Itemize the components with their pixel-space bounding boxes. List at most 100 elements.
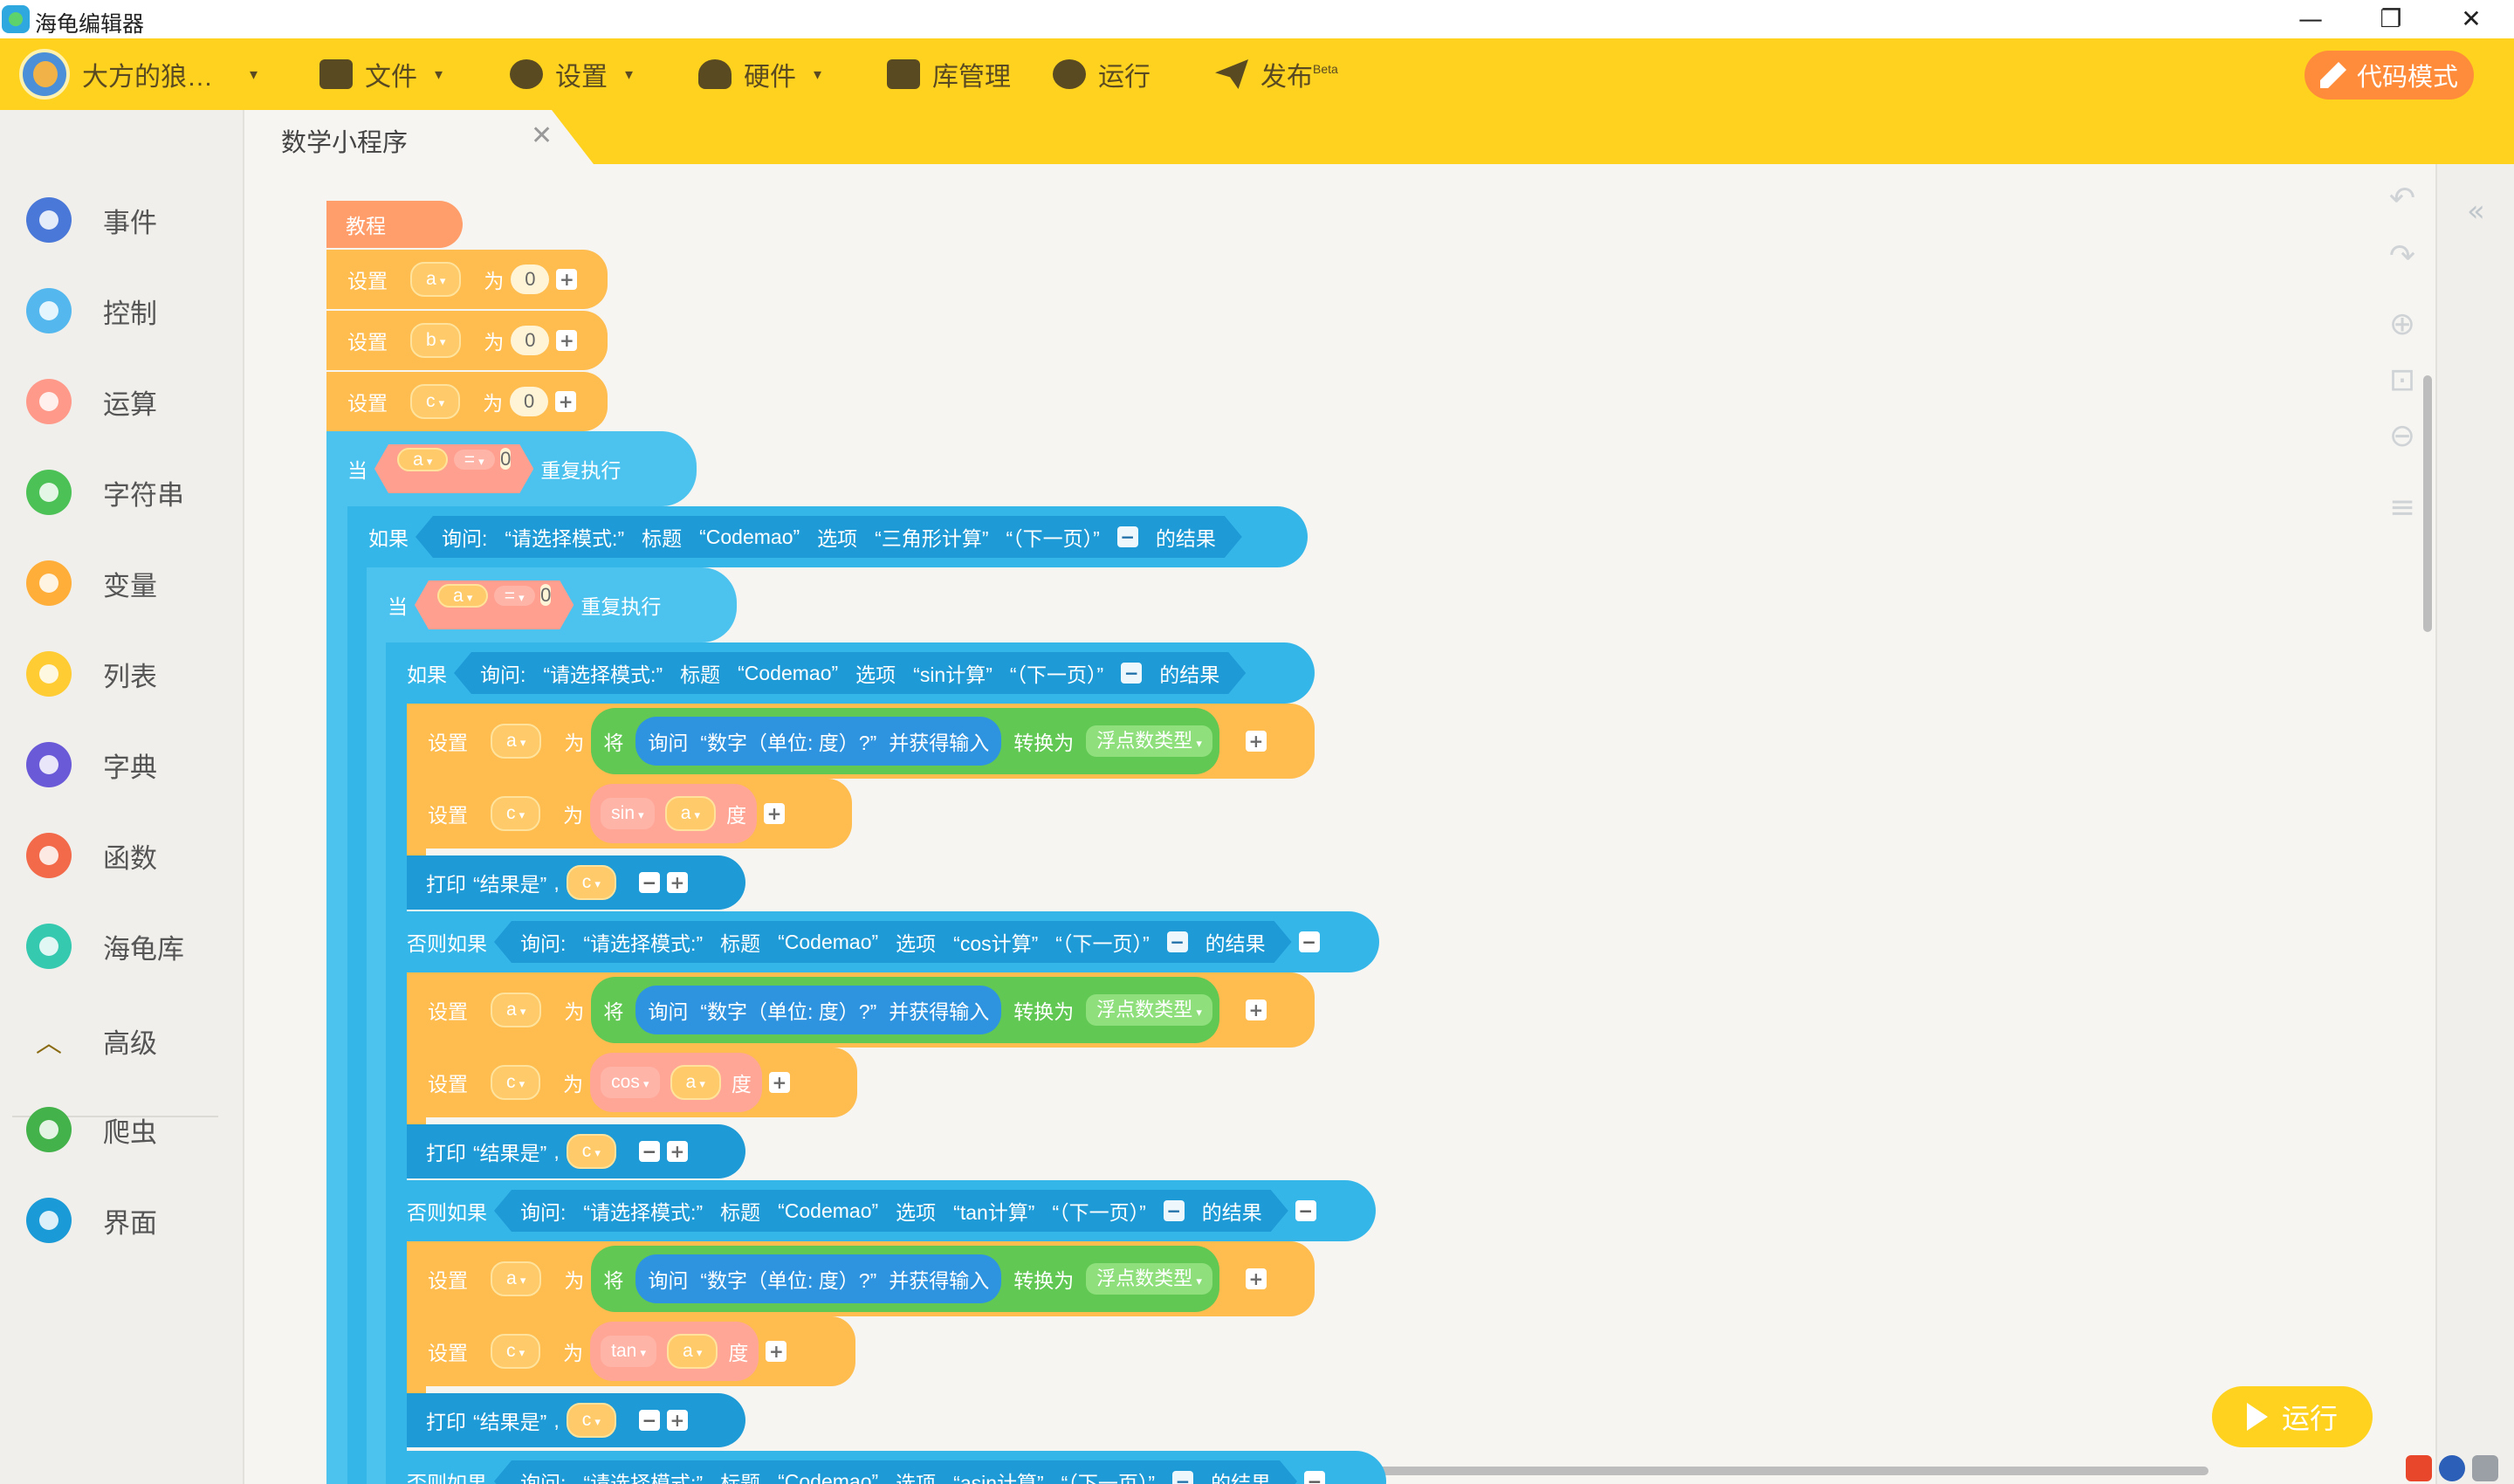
file-menu[interactable]: 文件 ▾: [319, 38, 443, 110]
elif-block-tan[interactable]: 否则如果 询问: “请选择模式:” 标题 “Codemao” 选项 “tan计算…: [386, 1180, 1376, 1241]
category-crawler[interactable]: 爬虫: [26, 1102, 236, 1158]
compare-block[interactable]: a = 0: [374, 444, 533, 493]
category-operators[interactable]: 运算: [26, 374, 236, 429]
tab-close-icon[interactable]: ✕: [531, 120, 553, 151]
add-icon[interactable]: +: [1245, 731, 1267, 752]
undo-icon[interactable]: ↶: [2385, 182, 2420, 216]
add-icon[interactable]: +: [666, 1141, 688, 1162]
var-dropdown[interactable]: c: [566, 865, 616, 900]
var-dropdown[interactable]: a: [491, 1261, 542, 1296]
add-icon[interactable]: +: [766, 1341, 787, 1362]
floating-run-button[interactable]: 运行: [2212, 1386, 2373, 1447]
while-block-outer[interactable]: 当 a = 0 重复执行: [326, 431, 697, 506]
category-ui[interactable]: 界面: [26, 1192, 236, 1248]
minimize-button[interactable]: —: [2271, 0, 2350, 38]
set-b-block[interactable]: 设置 b 为 0 +: [326, 311, 608, 370]
var-dropdown[interactable]: a: [410, 262, 462, 297]
ask-block[interactable]: 询问: “请选择模式:” 标题 “Codemao” 选项 “asin计算” “（…: [494, 1460, 1297, 1484]
compare-block[interactable]: a = 0: [415, 581, 574, 629]
horizontal-scrollbar[interactable]: [1309, 1467, 2208, 1475]
set-a-input-block-tan[interactable]: 设置 a 为 将 询问 “数字（单位: 度）?” 并获得输入 转换为 浮点数类型…: [407, 1241, 1315, 1316]
var-dropdown[interactable]: a: [667, 1334, 718, 1369]
ask-block[interactable]: 询问: “请选择模式:” 标题 “Codemao” 选项 “cos计算” “（下…: [494, 921, 1292, 963]
print-block-tan[interactable]: 打印 “结果是” , c − +: [407, 1393, 745, 1447]
add-icon[interactable]: +: [555, 391, 577, 412]
add-icon[interactable]: +: [764, 803, 786, 824]
add-icon[interactable]: +: [556, 269, 578, 290]
set-c-cos-block[interactable]: 设置 c 为 cos a 度 +: [407, 1048, 857, 1117]
operator-dropdown[interactable]: =: [454, 450, 495, 470]
category-advanced-toggle[interactable]: ︿ 高级: [26, 1013, 236, 1068]
var-dropdown[interactable]: a: [491, 724, 542, 759]
redo-icon[interactable]: ↷: [2385, 239, 2420, 274]
set-a-block[interactable]: 设置 a 为 0 +: [326, 250, 608, 309]
number-input[interactable]: 0: [500, 448, 511, 470]
if-block-outer[interactable]: 如果 询问: “请选择模式:” 标题 “Codemao” 选项 “三角形计算” …: [347, 506, 1308, 567]
set-a-input-block-sin[interactable]: 设置 a 为 将 询问 “数字（单位: 度）?” 并获得输入 转换为 浮点数类型…: [407, 704, 1315, 779]
elif-block-asin[interactable]: 否则如果 询问: “请选择模式:” 标题 “Codemao” 选项 “asin计…: [386, 1451, 1386, 1484]
func-dropdown[interactable]: cos: [601, 1067, 660, 1098]
print-block-cos[interactable]: 打印 “结果是” , c − +: [407, 1124, 745, 1178]
var-dropdown[interactable]: c: [491, 1065, 541, 1100]
math-func-block[interactable]: cos a 度: [590, 1053, 762, 1112]
collapse-panel-icon[interactable]: «: [2467, 194, 2485, 229]
hardware-menu[interactable]: 硬件 ▾: [698, 38, 821, 110]
var-dropdown[interactable]: a: [397, 448, 448, 471]
remove-icon[interactable]: −: [1167, 931, 1188, 952]
type-dropdown[interactable]: 浮点数类型: [1086, 994, 1212, 1026]
var-dropdown[interactable]: a: [664, 796, 717, 831]
remove-icon[interactable]: −: [638, 1410, 660, 1431]
math-func-block[interactable]: tan a 度: [590, 1322, 759, 1381]
help-icon[interactable]: [2439, 1455, 2465, 1481]
tidy-blocks-icon[interactable]: ≡: [2385, 491, 2420, 526]
ask-block[interactable]: 询问: “请选择模式:” 标题 “Codemao” 选项 “三角形计算” “（下…: [416, 516, 1242, 558]
code-mode-button[interactable]: 代码模式: [2304, 51, 2474, 100]
maximize-button[interactable]: ❐: [2352, 0, 2430, 38]
type-dropdown[interactable]: 浮点数类型: [1086, 725, 1212, 757]
close-button[interactable]: ✕: [2432, 0, 2511, 38]
var-dropdown[interactable]: c: [566, 1134, 616, 1169]
var-dropdown[interactable]: a: [437, 584, 488, 608]
ime-icon[interactable]: [2406, 1455, 2432, 1481]
operator-dropdown[interactable]: =: [494, 586, 535, 606]
number-input[interactable]: 0: [510, 387, 549, 416]
add-icon[interactable]: +: [666, 1410, 688, 1431]
vertical-scrollbar[interactable]: [2423, 375, 2432, 632]
add-icon[interactable]: +: [1245, 1268, 1267, 1289]
user-avatar[interactable]: [19, 49, 70, 100]
set-c-tan-block[interactable]: 设置 c 为 tan a 度 +: [407, 1316, 855, 1386]
ask-input-block[interactable]: 询问 “数字（单位: 度）?” 并获得输入: [635, 717, 1002, 766]
elif-block-cos[interactable]: 否则如果 询问: “请选择模式:” 标题 “Codemao” 选项 “cos计算…: [386, 911, 1379, 972]
category-functions[interactable]: 函数: [26, 828, 236, 883]
category-turtle[interactable]: 海龟库: [26, 918, 236, 974]
category-variables[interactable]: 变量: [26, 555, 236, 611]
number-input[interactable]: 0: [540, 584, 551, 606]
remove-icon[interactable]: −: [1117, 526, 1138, 547]
ask-block[interactable]: 询问: “请选择模式:” 标题 “Codemao” 选项 “sin计算” “（下…: [454, 652, 1246, 694]
while-block-inner[interactable]: 当 a = 0 重复执行: [367, 567, 737, 642]
add-icon[interactable]: +: [1245, 1000, 1267, 1020]
category-dicts[interactable]: 字典: [26, 737, 236, 793]
remove-icon[interactable]: −: [1298, 931, 1320, 952]
user-menu[interactable]: 大方的狼… ▾: [82, 38, 258, 110]
remove-icon[interactable]: −: [1172, 1471, 1193, 1484]
reset-zoom-icon[interactable]: ⊡: [2385, 363, 2420, 398]
func-dropdown[interactable]: sin: [601, 798, 655, 829]
category-strings[interactable]: 字符串: [26, 464, 236, 520]
number-input[interactable]: 0: [511, 326, 550, 355]
library-manager-button[interactable]: 库管理: [887, 38, 1011, 110]
set-c-sin-block[interactable]: 设置 c 为 sin a 度 +: [407, 779, 852, 848]
number-input[interactable]: 0: [511, 265, 550, 294]
hat-block-tutorial[interactable]: 教程: [326, 201, 463, 248]
print-block-sin[interactable]: 打印 “结果是” , c − +: [407, 855, 745, 910]
remove-icon[interactable]: −: [1295, 1200, 1316, 1221]
set-c-block[interactable]: 设置 c 为 0 +: [326, 372, 608, 431]
var-dropdown[interactable]: b: [410, 323, 462, 358]
if-block-sin[interactable]: 如果 询问: “请选择模式:” 标题 “Codemao” 选项 “sin计算” …: [386, 642, 1315, 704]
set-a-input-block-cos[interactable]: 设置 a 为 将 询问 “数字（单位: 度）?” 并获得输入 转换为 浮点数类型…: [407, 972, 1315, 1048]
ask-input-block[interactable]: 询问 “数字（单位: 度）?” 并获得输入: [635, 986, 1002, 1034]
remove-icon[interactable]: −: [638, 872, 660, 893]
var-dropdown[interactable]: c: [410, 384, 461, 419]
var-dropdown[interactable]: c: [491, 796, 541, 831]
zoom-in-icon[interactable]: ⊕: [2385, 307, 2420, 342]
